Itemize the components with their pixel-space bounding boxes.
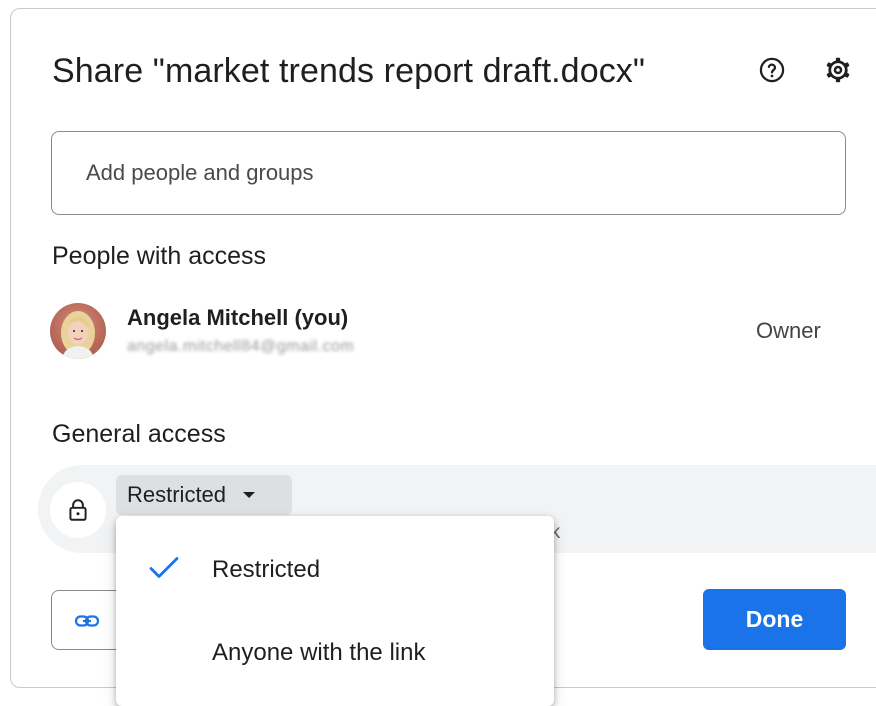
add-people-input[interactable] [52, 132, 845, 214]
help-button[interactable] [752, 50, 792, 90]
lock-badge [50, 482, 106, 538]
check-icon [148, 556, 180, 585]
general-access-menu: Restricted Anyone with the link [116, 516, 554, 706]
caret-down-icon [242, 491, 256, 499]
person-name: Angela Mitchell (you) [127, 305, 349, 330]
gear-icon [826, 57, 850, 83]
dialog-title: Share "market trends report draft.docx" [52, 52, 646, 90]
menu-item-label: Anyone with the link [212, 639, 426, 666]
link-icon [74, 609, 102, 638]
add-people-field [51, 131, 846, 215]
done-button[interactable]: Done [703, 589, 846, 650]
settings-button[interactable] [818, 50, 858, 90]
lock-icon [69, 499, 87, 521]
person-role: Owner [756, 318, 821, 343]
general-access-selected: Restricted [127, 482, 227, 507]
people-with-access-heading: People with access [52, 242, 267, 270]
menu-item-label: Restricted [212, 556, 321, 583]
menu-item-anyone-with-link[interactable]: Anyone with the link [116, 617, 554, 689]
help-circle-icon [759, 57, 785, 83]
general-access-heading: General access [52, 420, 226, 448]
menu-item-restricted[interactable]: Restricted [116, 534, 554, 606]
person-email: angela.mitchell84@gmail.com [127, 338, 355, 355]
avatar [50, 303, 106, 359]
general-access-dropdown[interactable]: Restricted [116, 475, 292, 515]
